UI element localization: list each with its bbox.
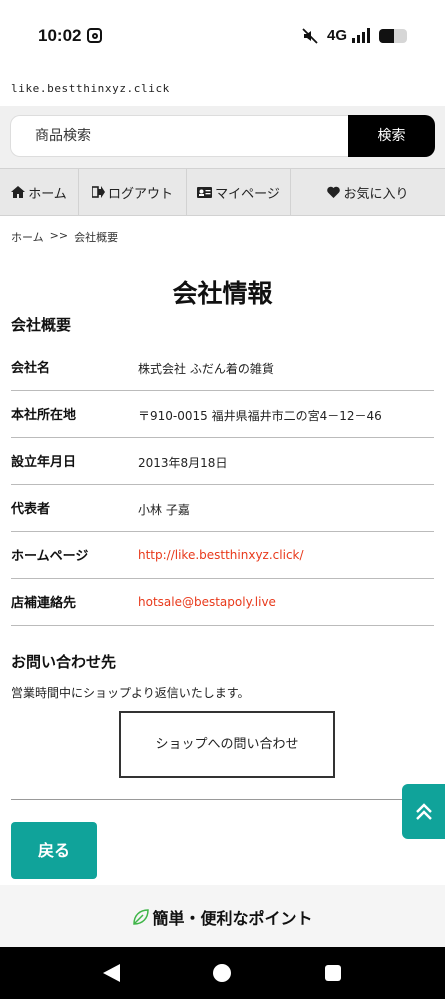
system-nav-bar xyxy=(0,947,445,999)
home-icon xyxy=(11,186,26,198)
nav-item-label: お気に入り xyxy=(343,186,409,202)
info-row-homepage: ホームページ http://like.bestthinxyz.click/ xyxy=(11,532,434,579)
search-input[interactable]: 商品検索 xyxy=(10,115,348,157)
contact-note: 営業時間中にショップより返信いたします。 xyxy=(11,686,250,700)
divider xyxy=(11,799,434,800)
search-button[interactable]: 検索 xyxy=(348,115,435,157)
email-link[interactable]: hotsale@bestapoly.live xyxy=(138,595,276,609)
battery-icon xyxy=(379,29,407,43)
homepage-link[interactable]: http://like.bestthinxyz.click/ xyxy=(138,548,304,562)
logout-icon xyxy=(91,186,105,198)
overview-heading: 会社概要 xyxy=(11,316,72,334)
info-label: 本社所在地 xyxy=(11,408,77,423)
nav-item-label: マイページ xyxy=(215,186,280,202)
system-home-icon[interactable] xyxy=(213,964,231,982)
nav-item-label: ログアウト xyxy=(107,186,173,202)
info-value: 2013年8月18日 xyxy=(138,456,228,470)
company-info-table: 会社名 株式会社 ふだん着の雑貨 本社所在地 〒910-0015 福井県福井市二… xyxy=(11,344,434,626)
url-bar[interactable]: like.bestthinxyz.click xyxy=(11,82,170,95)
info-label: ホームページ xyxy=(11,549,89,564)
info-label: 代表者 xyxy=(11,502,51,517)
system-recents-icon[interactable] xyxy=(325,965,341,981)
nav-item-logout[interactable]: ログアウト xyxy=(79,169,187,215)
info-row-established: 設立年月日 2013年8月18日 xyxy=(11,438,434,485)
search-bar: 商品検索 検索 xyxy=(0,106,445,168)
double-chevron-up-icon xyxy=(415,802,432,820)
heart-icon xyxy=(327,186,341,198)
status-time: 10:02 xyxy=(38,26,82,45)
scroll-top-button[interactable] xyxy=(402,784,445,839)
info-label: 設立年月日 xyxy=(11,455,77,470)
nav-item-mypage[interactable]: マイページ xyxy=(187,169,291,215)
battery-fill xyxy=(379,29,395,43)
footer-title-text: 簡単・便利なポイント xyxy=(152,909,313,928)
info-row-contact-email: 店補連絡先 hotsale@bestapoly.live xyxy=(11,579,434,626)
network-label: 4G xyxy=(327,27,348,44)
system-back-icon[interactable] xyxy=(103,964,120,982)
footer-title: 簡単・便利なポイント xyxy=(0,905,445,929)
instagram-icon xyxy=(87,28,102,43)
status-bar: 10:02 4G xyxy=(0,0,445,72)
contact-heading: お問い合わせ先 xyxy=(11,653,117,671)
back-button[interactable]: 戻る xyxy=(11,822,97,879)
info-value: 株式会社 ふだん着の雑貨 xyxy=(138,362,274,376)
info-label: 会社名 xyxy=(11,361,51,376)
info-value: 〒910-0015 福井県福井市二の宮4－12－46 xyxy=(138,409,382,423)
leaf-icon xyxy=(133,909,150,925)
nav-item-home[interactable]: ホーム xyxy=(0,169,79,215)
breadcrumb-current: 会社概要 xyxy=(74,231,119,244)
signal-icon xyxy=(352,28,370,43)
id-card-icon xyxy=(197,186,213,198)
info-value: 小林 子嘉 xyxy=(138,503,190,517)
nav-item-label: ホーム xyxy=(28,186,67,202)
nav-item-favorites[interactable]: お気に入り xyxy=(291,169,445,215)
shop-contact-button[interactable]: ショップへの問い合わせ xyxy=(119,711,335,778)
mute-icon xyxy=(302,28,318,44)
breadcrumb: ホーム >> 会社概要 xyxy=(11,229,118,245)
info-row-representative: 代表者 小林 子嘉 xyxy=(11,485,434,532)
info-row-address: 本社所在地 〒910-0015 福井県福井市二の宮4－12－46 xyxy=(11,391,434,438)
info-label: 店補連絡先 xyxy=(11,596,77,611)
footer-band: 簡単・便利なポイント xyxy=(0,885,445,947)
breadcrumb-home[interactable]: ホーム xyxy=(11,229,44,245)
nav-bar: ホーム ログアウト マイページ お気に入り xyxy=(0,168,445,216)
info-row-company-name: 会社名 株式会社 ふだん着の雑貨 xyxy=(11,344,434,391)
breadcrumb-separator: >> xyxy=(49,229,69,242)
page-title: 会社情報 xyxy=(172,279,273,308)
